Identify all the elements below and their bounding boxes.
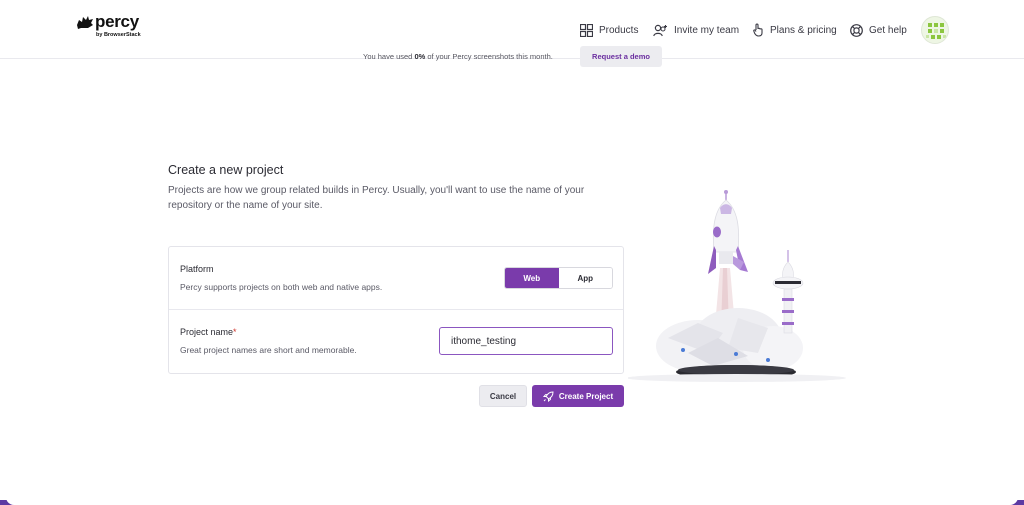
top-header: percy by BrowserStack Products Invite my… (0, 0, 1024, 59)
brand-byline: by BrowserStack (96, 32, 141, 38)
grid-icon (580, 23, 593, 37)
nav-help-label: Get help (869, 24, 907, 36)
page-description: Projects are how we group related builds… (168, 185, 585, 211)
platform-label: Platform (180, 264, 214, 274)
platform-web-option[interactable]: Web (505, 268, 559, 288)
add-user-icon (653, 24, 667, 36)
page-title: Create a new project (168, 163, 284, 177)
required-mark: * (233, 327, 237, 337)
lifebuoy-icon (850, 23, 863, 37)
hand-pointer-icon (753, 23, 763, 37)
percy-logo[interactable]: percy by BrowserStack (76, 12, 146, 43)
cancel-button[interactable]: Cancel (479, 385, 527, 407)
nav-plans-label: Plans & pricing (770, 24, 837, 36)
create-project-button[interactable]: Create Project (532, 385, 624, 407)
platform-app-option[interactable]: App (558, 268, 612, 288)
project-name-input[interactable] (439, 327, 613, 355)
window-bottom-inner (6, 497, 1018, 505)
usage-text-suffix: of your Percy screenshots this month. (425, 52, 553, 61)
avatar[interactable] (921, 16, 949, 44)
nav-plans-pricing[interactable]: Plans & pricing (753, 20, 837, 40)
card-divider (169, 309, 623, 310)
project-form-card: Platform Percy supports projects on both… (168, 246, 624, 374)
nav-get-help[interactable]: Get help (850, 20, 907, 40)
project-name-label-text: Project name (180, 327, 234, 337)
identicon-avatar-icon (926, 23, 946, 39)
nav-invite-label: Invite my team (674, 24, 740, 36)
brand-name: percy (95, 12, 139, 31)
nav-invite-team[interactable]: Invite my team (653, 20, 739, 40)
platform-help: Percy supports projects on both web and … (180, 282, 383, 292)
project-name-help: Great project names are short and memora… (180, 345, 357, 355)
usage-notice: You have used 0% of your Percy screensho… (363, 52, 553, 64)
nav-products-label: Products (599, 24, 639, 36)
percy-hedgehog-icon (77, 16, 93, 29)
request-demo-button[interactable]: Request a demo (580, 46, 662, 67)
rocket-launch-illustration (628, 190, 846, 382)
create-project-label: Create Project (558, 391, 614, 401)
platform-toggle: Web App (504, 267, 613, 289)
usage-text-prefix: You have used (363, 52, 415, 61)
nav-products[interactable]: Products (580, 20, 638, 40)
rocket-icon (542, 390, 554, 402)
project-name-label: Project name* (180, 327, 237, 337)
usage-percent: 0% (414, 52, 426, 61)
